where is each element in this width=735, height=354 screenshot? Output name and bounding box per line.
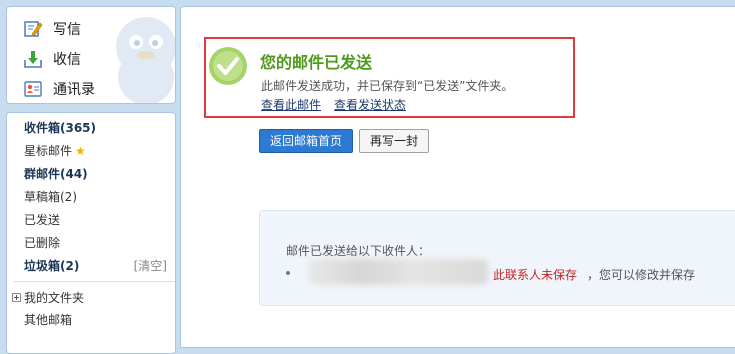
qq-penguin-watermark-icon <box>116 17 175 103</box>
other-mailboxes[interactable]: 其他邮箱 <box>24 309 72 331</box>
folder-list: 收件箱(365) 星标邮件 ★ 群邮件(44) 草稿箱(2) 已发送 已删除 垃圾… <box>6 112 176 354</box>
contacts-label: 通讯录 <box>53 82 95 98</box>
success-check-icon <box>209 47 247 85</box>
receive-mail-label: 收信 <box>53 52 81 68</box>
my-folders-toggle[interactable]: 我的文件夹 <box>12 287 84 309</box>
folder-junk[interactable]: 垃圾箱(2) <box>24 255 79 277</box>
quick-actions-panel: 写信 收信 通讯录 <box>6 6 176 104</box>
expand-plus-icon[interactable] <box>12 293 21 302</box>
folder-starred-label: 星标邮件 <box>24 144 73 158</box>
folder-group-mail[interactable]: 群邮件(44) <box>24 163 88 185</box>
contact-unsaved-link[interactable]: 此联系人未保存 <box>493 266 577 283</box>
my-folders-label: 我的文件夹 <box>24 291 85 305</box>
star-icon: ★ <box>75 144 86 158</box>
contacts-link[interactable]: 通讯录 <box>23 75 95 103</box>
page-title: 您的邮件已发送 <box>260 53 373 72</box>
recipient-address-blurred <box>308 259 488 285</box>
recipients-panel: 邮件已发送给以下收件人： 此联系人未保存 ，您可以修改并保存 <box>259 210 735 306</box>
recipients-heading: 邮件已发送给以下收件人： <box>286 244 431 258</box>
contacts-icon <box>24 81 42 97</box>
folder-inbox[interactable]: 收件箱(365) <box>24 117 96 139</box>
folder-sent[interactable]: 已发送 <box>24 209 60 231</box>
inbox-download-icon <box>24 51 42 68</box>
folder-deleted[interactable]: 已删除 <box>24 232 60 254</box>
back-to-inbox-button[interactable]: 返回邮箱首页 <box>259 129 354 153</box>
compose-label: 写信 <box>53 22 81 38</box>
recipient-bullet <box>286 271 290 275</box>
compose-link[interactable]: 写信 <box>23 15 81 43</box>
main-content: 您的邮件已发送 此邮件发送成功，并已保存到“已发送”文件夹。 查看此邮件 查看发… <box>180 6 735 348</box>
view-send-status-link[interactable]: 查看发送状态 <box>334 96 406 113</box>
folder-starred[interactable]: 星标邮件 ★ <box>24 140 86 162</box>
receive-mail-link[interactable]: 收信 <box>23 45 81 73</box>
clear-junk-link[interactable]: [清空] <box>134 255 167 277</box>
folder-divider <box>13 281 175 282</box>
sidebar: 写信 收信 通讯录 收件箱(365) 星标邮件 ★ 群邮件(44) 草稿箱(2)… <box>0 0 178 354</box>
pencil-icon <box>24 21 43 37</box>
contact-unsaved-note: ，您可以修改并保存 <box>587 268 696 282</box>
write-another-button[interactable]: 再写一封 <box>359 129 430 153</box>
success-description: 此邮件发送成功，并已保存到“已发送”文件夹。 <box>261 79 514 93</box>
folder-drafts[interactable]: 草稿箱(2) <box>24 186 77 208</box>
view-mail-link[interactable]: 查看此邮件 <box>261 96 321 113</box>
